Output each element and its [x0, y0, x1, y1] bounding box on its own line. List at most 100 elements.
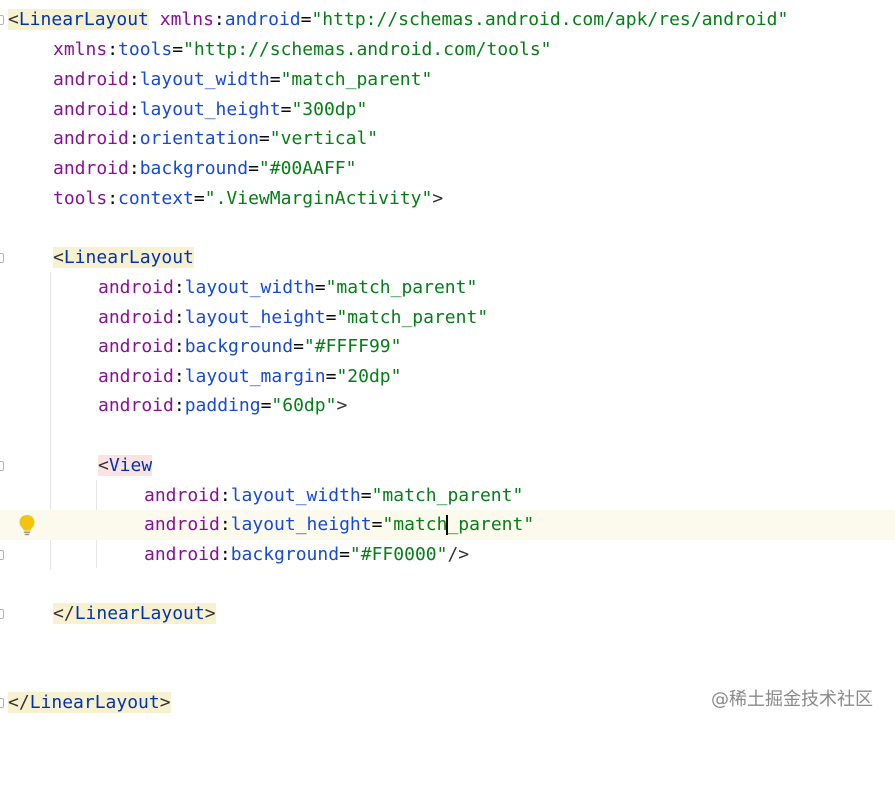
attr-namespace: android	[144, 544, 220, 565]
attr-name: layout_margin	[184, 366, 326, 387]
attr-namespace: android	[144, 485, 220, 506]
code-line-9[interactable]: <LinearLayout	[0, 243, 895, 273]
code-line-14[interactable]: android:padding="60dp">	[0, 391, 895, 421]
code-line-16[interactable]: <View	[0, 451, 895, 481]
colon: :	[107, 188, 119, 209]
attr-value: "match_parent"	[280, 69, 433, 90]
code-line-1[interactable]: <LinearLayout xmlns:android="http://sche…	[0, 5, 895, 35]
code-line-5[interactable]: android:orientation="vertical"	[0, 124, 895, 154]
colon: :	[128, 158, 140, 179]
tag-name: View	[108, 455, 153, 476]
colon: :	[173, 395, 185, 416]
equals: =	[248, 158, 259, 179]
code-line-7[interactable]: tools:context=".ViewMarginActivity">	[0, 184, 895, 214]
attr-value: "#00AAFF"	[258, 158, 357, 179]
lightbulb-icon[interactable]	[18, 514, 36, 536]
attr-name: layout_width	[139, 69, 270, 90]
attr-value: "20dp"	[336, 366, 402, 387]
tag-open-bracket: </	[53, 603, 75, 624]
colon: :	[219, 485, 231, 506]
attr-namespace: android	[53, 158, 129, 179]
colon: :	[128, 128, 140, 149]
code-line-2[interactable]: xmlns:tools="http://schemas.android.com/…	[0, 35, 895, 65]
attr-name: layout_width	[184, 277, 315, 298]
attr-namespace: xmlns	[53, 39, 108, 60]
code-line-21[interactable]: </LinearLayout>	[0, 599, 895, 629]
code-line-13[interactable]: android:layout_margin="20dp"	[0, 362, 895, 392]
attr-value: "vertical"	[269, 128, 379, 149]
attr-name: layout_width	[230, 485, 361, 506]
attr-value: ".ViewMarginActivity"	[204, 188, 433, 209]
attr-namespace: android	[53, 69, 129, 90]
tag-name: LinearLayout	[29, 692, 160, 713]
attr-namespace: android	[53, 128, 129, 149]
colon: :	[219, 544, 231, 565]
code-line-10[interactable]: android:layout_width="match_parent"	[0, 273, 895, 303]
tag-name: LinearLayout	[18, 9, 149, 30]
tag-close-bracket: />	[447, 544, 470, 565]
code-line-11[interactable]: android:layout_height="match_parent"	[0, 303, 895, 333]
code-line-4[interactable]: android:layout_height="300dp"	[0, 95, 895, 125]
attr-value: "http://schemas.android.com/tools"	[183, 39, 552, 60]
attr-name: background	[230, 544, 340, 565]
fold-marker-icon[interactable]	[0, 15, 4, 25]
attr-namespace: android	[98, 277, 174, 298]
code-line-12[interactable]: android:background="#FFFF99"	[0, 332, 895, 362]
colon: :	[173, 366, 185, 387]
equals: =	[260, 395, 272, 416]
code-line-6[interactable]: android:background="#00AAFF"	[0, 154, 895, 184]
equals: =	[325, 307, 337, 328]
attr-value: "match_parent"	[371, 485, 524, 506]
attr-namespace: android	[98, 366, 174, 387]
colon: :	[219, 514, 231, 535]
equals: =	[258, 128, 270, 149]
attr-namespace: tools	[53, 188, 108, 209]
attr-name: layout_height	[139, 99, 281, 120]
attr-name: background	[139, 158, 249, 179]
tag-close-bracket: >	[432, 188, 444, 209]
tag-close-bracket: >	[336, 395, 348, 416]
fold-marker-icon[interactable]	[0, 550, 4, 560]
code-line-19[interactable]: android:background="#FF0000"/>	[0, 540, 895, 570]
code-editor[interactable]: <LinearLayout xmlns:android="http://sche…	[0, 0, 895, 729]
colon: :	[107, 39, 119, 60]
attr-value: "300dp"	[291, 99, 368, 120]
attr-value: "60dp"	[271, 395, 337, 416]
fold-marker-icon[interactable]	[0, 698, 4, 708]
equals: =	[339, 544, 350, 565]
attr-namespace: android	[53, 99, 129, 120]
colon: :	[128, 99, 140, 120]
watermark: @稀土掘金技术社区	[711, 689, 873, 710]
attr-name: context	[118, 188, 194, 209]
tag-name: LinearLayout	[74, 603, 205, 624]
attr-name: orientation	[139, 128, 259, 149]
equals: =	[314, 277, 326, 298]
equals: =	[193, 188, 205, 209]
code-line-18-current[interactable]: android:layout_height="match_parent"	[0, 510, 895, 540]
colon: :	[213, 9, 225, 30]
attr-namespace: android	[98, 395, 174, 416]
attr-value: "match_parent"	[336, 307, 489, 328]
equals: =	[300, 9, 312, 30]
equals: =	[360, 485, 372, 506]
attr-value-after-caret: _parent"	[447, 514, 535, 535]
attr-name: android	[224, 9, 301, 30]
colon: :	[173, 307, 185, 328]
equals: =	[371, 514, 383, 535]
attr-value: "#FFFF99"	[303, 336, 402, 357]
attr-name: background	[184, 336, 294, 357]
code-line-17[interactable]: android:layout_width="match_parent"	[0, 481, 895, 511]
equals: =	[325, 366, 337, 387]
attr-value: "#FF0000"	[349, 544, 448, 565]
fold-marker-icon[interactable]	[0, 253, 4, 263]
fold-marker-icon[interactable]	[0, 461, 4, 471]
colon: :	[173, 336, 185, 357]
tag-open-bracket: <	[8, 9, 19, 30]
code-line-3[interactable]: android:layout_width="match_parent"	[0, 65, 895, 95]
tag-name: LinearLayout	[63, 247, 194, 268]
attr-namespace: android	[98, 336, 174, 357]
tag-open-bracket: </	[8, 692, 30, 713]
attr-value: "match_parent"	[325, 277, 478, 298]
attr-name: tools	[118, 39, 173, 60]
fold-marker-icon[interactable]	[0, 609, 4, 619]
